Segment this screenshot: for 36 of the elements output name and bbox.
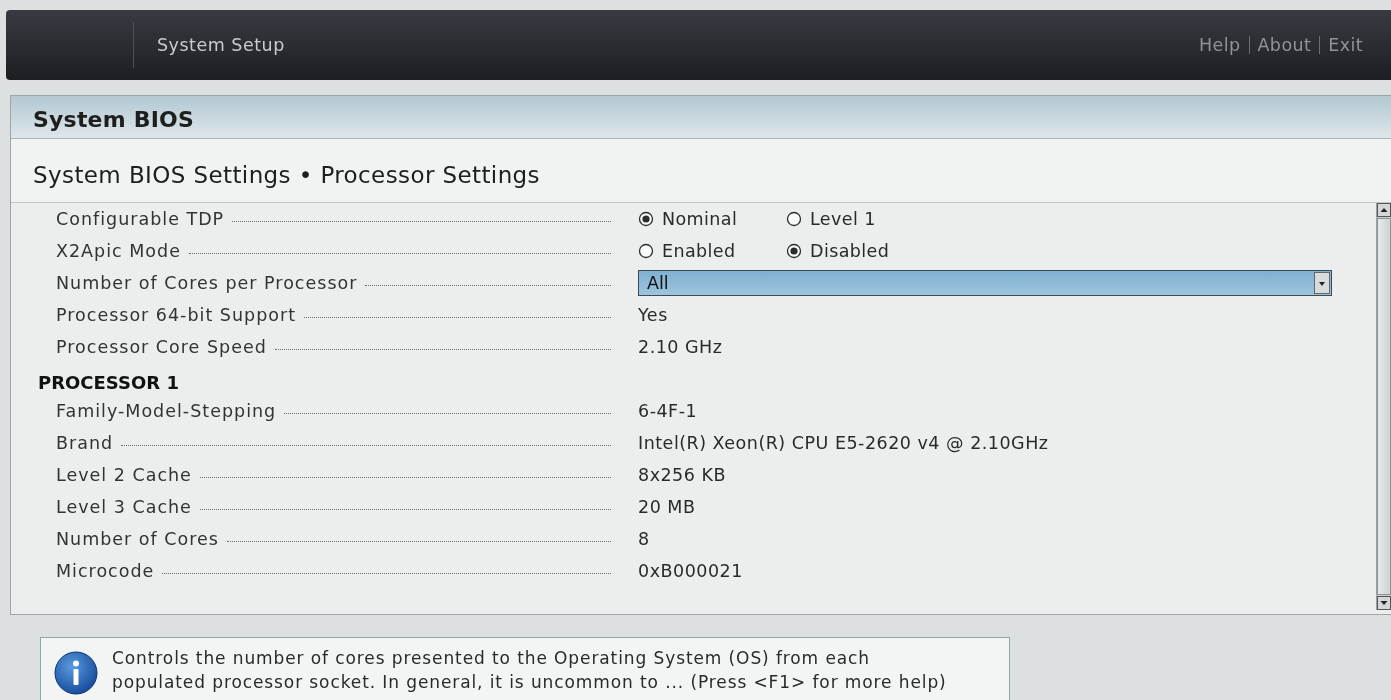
setting-value: 6-4F-1 (638, 401, 698, 421)
header-link[interactable]: Help (1191, 36, 1249, 54)
setting-value: 8x256 KB (638, 465, 726, 485)
setting-label: Brand (56, 433, 114, 453)
setting-value: Intel(R) Xeon(R) CPU E5-2620 v4 @ 2.10GHz (638, 433, 1049, 453)
select-dropdown[interactable]: All (638, 270, 1332, 296)
scroll-up-icon[interactable] (1377, 203, 1391, 217)
page-title: System BIOS (33, 106, 194, 132)
header-link[interactable]: Exit (1319, 36, 1371, 54)
info-icon (54, 651, 98, 695)
caret-icon (1314, 272, 1330, 294)
setting-value: 8 (638, 529, 650, 549)
help-text: Controls the number of cores presented to the Operating System (OS) from each populated processor socket. In general, it is uncommon to ... (Press <F1> for more help) (112, 647, 948, 694)
scroll-down-icon[interactable] (1377, 596, 1391, 610)
setting-label: Number of Cores (56, 529, 219, 549)
setting-label: Number of Cores per Processor (56, 273, 358, 293)
setting-label: Configurable TDP (56, 209, 225, 229)
app-title: System Setup (157, 35, 285, 55)
setting-value: 2.10 GHz (638, 337, 723, 357)
setting-label: Microcode (56, 561, 155, 581)
setting-value: 20 MB (638, 497, 696, 517)
setting-value: Yes (638, 305, 668, 325)
setting-label: Processor 64-bit Support (56, 305, 296, 325)
setting-label: Level 3 Cache (56, 497, 192, 517)
breadcrumb: System BIOS Settings • Processor Settings (33, 161, 540, 188)
radio-option[interactable]: Enabled (638, 241, 786, 261)
section-heading: PROCESSOR 1 (38, 372, 179, 393)
setting-label: Level 2 Cache (56, 465, 192, 485)
radio-option[interactable]: Nominal (638, 209, 786, 229)
setting-label: Family-Model-Stepping (56, 401, 277, 421)
setting-value: 0xB000021 (638, 561, 743, 581)
header-link[interactable]: About (1248, 36, 1320, 54)
setting-label: Processor Core Speed (56, 337, 267, 357)
radio-option[interactable]: Level 1 (786, 209, 934, 229)
radio-option[interactable]: Disabled (786, 241, 934, 261)
setting-label: X2Apic Mode (56, 241, 181, 261)
